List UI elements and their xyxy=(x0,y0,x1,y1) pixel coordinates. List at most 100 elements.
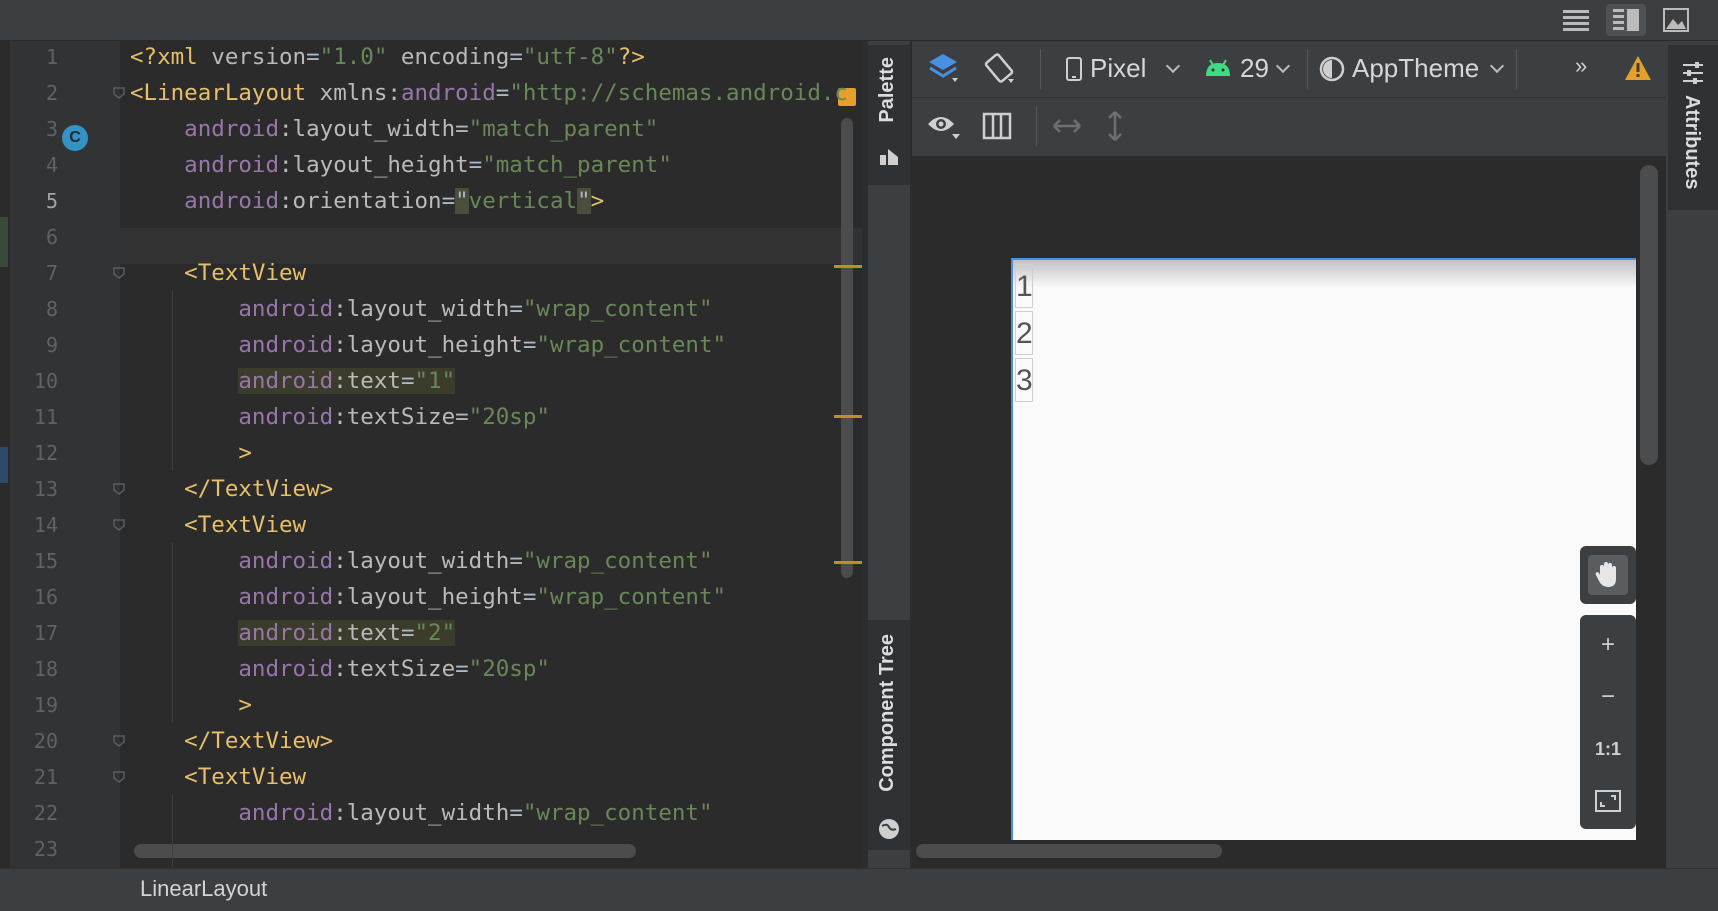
component-tree-tab[interactable]: Component Tree xyxy=(868,620,910,850)
code-line[interactable]: android:textSize="20sp" xyxy=(130,651,550,687)
line-number[interactable]: 11 xyxy=(10,399,58,435)
line-number[interactable]: 22 xyxy=(10,795,58,831)
horizontal-resize-icon[interactable] xyxy=(1052,116,1082,136)
actual-size-button[interactable]: 1:1 xyxy=(1588,729,1628,769)
line-number[interactable]: 21 xyxy=(10,759,58,795)
line-number[interactable]: 18 xyxy=(10,651,58,687)
vertical-resize-icon[interactable] xyxy=(1105,110,1125,142)
code-line[interactable]: android:orientation="vertical"> xyxy=(130,183,604,219)
code-token: "wrap_content" xyxy=(536,584,727,610)
code-line[interactable]: > xyxy=(130,687,252,723)
warning-stripe[interactable] xyxy=(834,561,862,564)
line-number[interactable]: 2 xyxy=(10,75,58,111)
line-number[interactable]: 1 xyxy=(10,41,58,75)
code-line[interactable]: <TextView xyxy=(130,759,306,795)
line-number[interactable]: 13 xyxy=(10,471,58,507)
code-line[interactable]: <LinearLayout xmlns:android="http://sche… xyxy=(130,75,848,111)
split-view-button[interactable] xyxy=(1606,4,1646,36)
zoom-to-fit-button[interactable] xyxy=(1588,781,1628,821)
fold-marker-icon[interactable] xyxy=(112,266,126,280)
eye-icon[interactable] xyxy=(926,112,962,142)
line-number[interactable]: 4 xyxy=(10,147,58,183)
line-number[interactable]: 16 xyxy=(10,579,58,615)
warning-stripe[interactable] xyxy=(834,265,862,268)
code-line[interactable]: android:layout_height="match_parent" xyxy=(130,147,672,183)
zoom-in-button[interactable]: + xyxy=(1588,625,1628,665)
code-token: :layout_height xyxy=(279,152,469,178)
code-token: "match_parent" xyxy=(468,116,659,142)
code-line[interactable]: > xyxy=(130,435,252,471)
fold-marker-icon[interactable] xyxy=(112,482,126,496)
code-line[interactable]: </TextView> xyxy=(130,723,333,759)
attributes-tab[interactable]: Attributes xyxy=(1668,45,1718,210)
zoom-out-button[interactable]: − xyxy=(1588,677,1628,717)
code-line[interactable]: android:layout_width="wrap_content" xyxy=(130,543,712,579)
xml-code-editor[interactable]: C 1 2 3 4 5 6 7 8 9 10 11 12 13 14 15 16 17 18 19 20 21 22 23 <… xyxy=(0,41,862,868)
line-number[interactable]: 9 xyxy=(10,327,58,363)
orientation-icon[interactable] xyxy=(982,51,1016,85)
api-level-selector[interactable]: 29 xyxy=(1202,51,1294,87)
line-number[interactable]: 12 xyxy=(10,435,58,471)
device-selector[interactable]: Pixel xyxy=(1062,51,1202,87)
code-line[interactable]: android:layout_height="wrap_content" xyxy=(130,579,726,615)
device-preview[interactable]: 1 2 3 xyxy=(1011,258,1636,840)
code-line[interactable]: android:layout_width="match_parent" xyxy=(130,111,658,147)
code-line[interactable]: android:layout_height="wrap_content" xyxy=(130,327,726,363)
fold-marker-icon[interactable] xyxy=(112,770,126,784)
line-number[interactable]: 3 xyxy=(10,111,58,147)
code-token: = xyxy=(455,656,469,682)
code-view-button[interactable] xyxy=(1556,4,1596,36)
preview-textview-2[interactable]: 2 xyxy=(1015,311,1033,355)
preview-textview-1[interactable]: 1 xyxy=(1015,264,1033,308)
code-token: android xyxy=(130,332,334,358)
fold-marker-icon[interactable] xyxy=(112,518,126,532)
line-number[interactable]: 7 xyxy=(10,255,58,291)
code-token: :text xyxy=(333,620,401,646)
code-token: xmlns: xyxy=(319,80,401,106)
line-number[interactable]: 20 xyxy=(10,723,58,759)
code-token: = xyxy=(400,620,415,646)
line-number[interactable]: 14 xyxy=(10,507,58,543)
toolbar-separator xyxy=(1036,106,1037,146)
code-line[interactable]: android:layout_width="wrap_content" xyxy=(130,291,712,327)
class-badge-icon[interactable]: C xyxy=(62,125,88,151)
code-line[interactable]: <TextView xyxy=(130,255,306,291)
line-number[interactable]: 10 xyxy=(10,363,58,399)
line-number[interactable]: 6 xyxy=(10,219,58,255)
code-line[interactable]: android:text="2" xyxy=(130,615,456,651)
breadcrumb[interactable]: LinearLayout xyxy=(140,876,267,902)
preview-textview-3[interactable]: 3 xyxy=(1015,358,1033,402)
code-line[interactable]: android:text="1" xyxy=(130,363,456,399)
code-token: " xyxy=(577,188,591,214)
line-number[interactable]: 17 xyxy=(10,615,58,651)
code-line[interactable]: <?xml version="1.0" encoding="utf-8"?> xyxy=(130,41,645,75)
editor-horizontal-scrollbar[interactable] xyxy=(134,844,636,858)
warning-stripe[interactable] xyxy=(834,415,862,418)
design-vertical-scrollbar[interactable] xyxy=(1640,165,1658,465)
palette-tab[interactable]: Palette xyxy=(868,45,910,185)
line-number[interactable]: 5 xyxy=(10,183,58,219)
line-number[interactable]: 19 xyxy=(10,687,58,723)
code-line[interactable]: </TextView> xyxy=(130,471,333,507)
editor-vertical-scrollbar[interactable] xyxy=(841,118,853,578)
blueprint-columns-icon[interactable] xyxy=(982,112,1012,140)
code-token: <TextView xyxy=(130,512,307,538)
code-line[interactable]: android:textSize="20sp" xyxy=(130,399,550,435)
code-line[interactable]: android:layout_width="wrap_content" xyxy=(130,795,712,831)
design-view-button[interactable] xyxy=(1656,4,1696,36)
layers-icon[interactable] xyxy=(926,51,960,85)
fold-marker-icon[interactable] xyxy=(112,734,126,748)
line-number[interactable]: 15 xyxy=(10,543,58,579)
design-horizontal-scrollbar[interactable] xyxy=(916,844,1222,858)
line-number[interactable]: 8 xyxy=(10,291,58,327)
code-line[interactable]: <TextView xyxy=(130,507,306,543)
code-token: android xyxy=(130,800,334,826)
overflow-chevron-icon[interactable]: » xyxy=(1575,53,1587,79)
fold-marker-icon[interactable] xyxy=(112,86,126,100)
theme-selector[interactable]: AppTheme xyxy=(1316,51,1506,87)
pan-button[interactable] xyxy=(1588,555,1628,595)
code-token: > xyxy=(130,692,252,718)
line-number[interactable]: 23 xyxy=(10,831,58,867)
code-token: > xyxy=(130,440,252,466)
warning-icon[interactable] xyxy=(1624,55,1652,81)
